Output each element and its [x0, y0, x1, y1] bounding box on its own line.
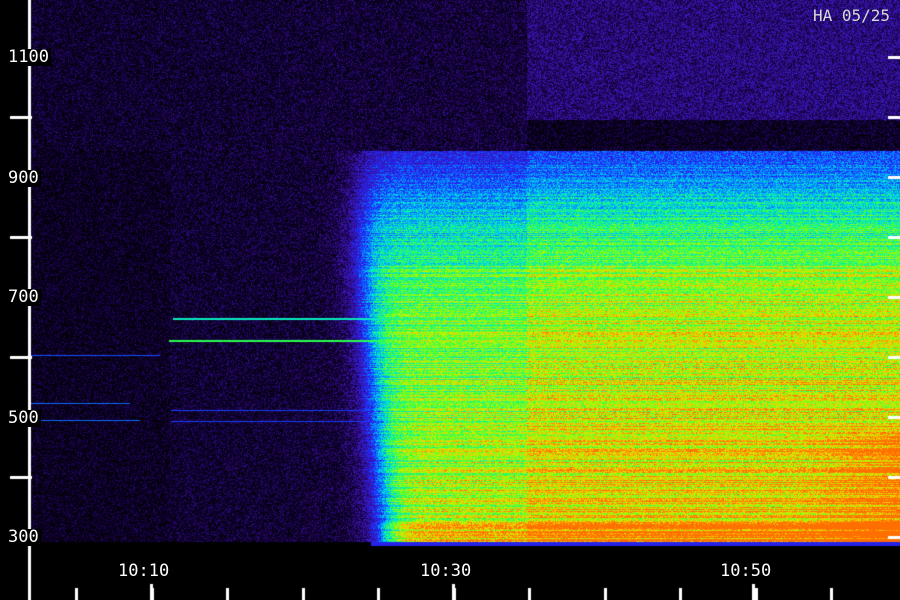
- x-tick-label-1050: 10:50: [720, 561, 772, 581]
- y-tick-label-1100: 1100: [6, 47, 51, 67]
- y-tick-label-300: 300: [6, 527, 41, 547]
- y-tick-label-900: 900: [6, 168, 41, 188]
- x-tick-label-1030: 10:30: [420, 561, 472, 581]
- y-tick-label-700: 700: [6, 287, 41, 307]
- x-tick-label-1010: 10:10: [118, 561, 170, 581]
- spectrogram-image: [0, 0, 900, 600]
- y-tick-label-500: 500: [6, 408, 41, 428]
- stamp-label: HA 05/25: [812, 6, 890, 25]
